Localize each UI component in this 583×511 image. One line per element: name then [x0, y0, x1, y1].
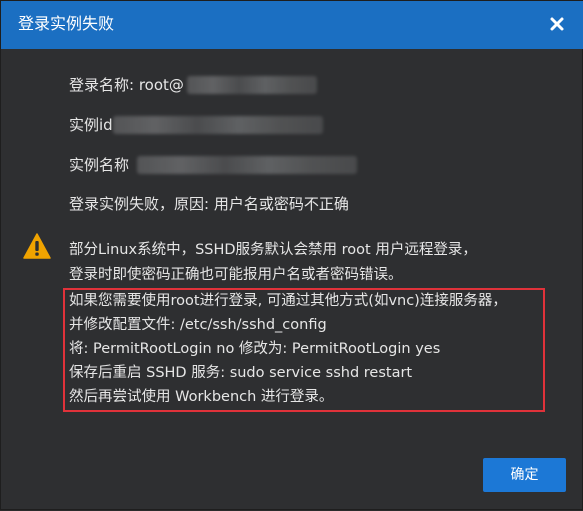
instruction-line-4: 保存后重启 SSHD 服务: sudo service sshd restart — [69, 365, 413, 381]
dialog-body: 登录名称: root@ 实例id 实例名称 登录实例失败，原因: 用户名或密码不… — [1, 49, 583, 511]
dialog-title: 登录实例失败 — [18, 14, 115, 33]
login-failed-dialog: 登录实例失败 登录名称: root@ 实例id 实例名称 登录实例失败，原因: … — [0, 0, 583, 510]
close-icon[interactable] — [544, 11, 570, 37]
instruction-line-2: 并修改配置文件: /etc/ssh/sshd_config — [69, 317, 327, 333]
redacted-instance-name — [137, 156, 357, 174]
instruction-line-1: 如果您需要使用root进行登录, 可通过其他方式(如vnc)连接服务器， — [69, 293, 507, 309]
warning-line-1: 部分Linux系统中，SSHD服务默认会禁用 root 用户远程登录， — [69, 242, 477, 258]
login-name-label: 登录名称: root@ — [69, 76, 184, 94]
failure-reason: 登录实例失败，原因: 用户名或密码不正确 — [69, 195, 349, 213]
instruction-line-3: 将: PermitRootLogin no 修改为: PermitRootLog… — [69, 341, 441, 357]
ok-button[interactable]: 确定 — [483, 458, 566, 492]
redacted-host — [187, 76, 317, 94]
warning-icon — [23, 233, 51, 259]
warning-line-2: 登录时即使密码正确也可能报用户名或者密码错误。 — [69, 267, 403, 283]
dialog-titlebar: 登录实例失败 — [1, 1, 583, 49]
redacted-instance-id — [113, 116, 323, 134]
instance-id-label: 实例id — [69, 116, 113, 134]
instance-name-label: 实例名称 — [69, 156, 130, 174]
instruction-line-5: 然后再尝试使用 Workbench 进行登录。 — [69, 389, 334, 405]
